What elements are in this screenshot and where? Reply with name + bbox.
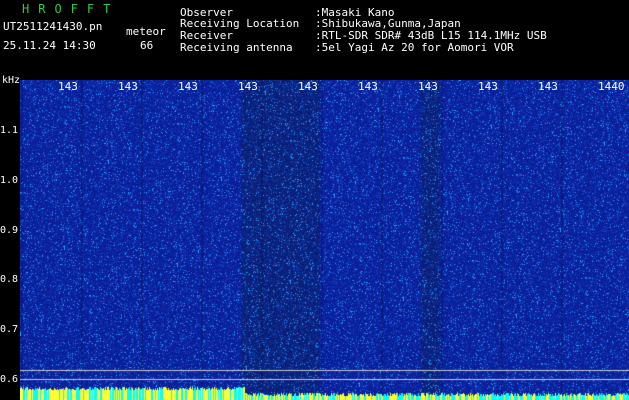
y-tick-1.1: 1.1 xyxy=(0,125,19,136)
x-tick: 143 xyxy=(178,80,198,93)
y-tick-1.0: 1.0 xyxy=(0,175,19,186)
x-tick: 143 xyxy=(238,80,258,93)
x-tick: 143 xyxy=(118,80,138,93)
antenna-label: Receiving antenna xyxy=(180,41,293,54)
meteor-label: meteor xyxy=(126,25,166,38)
timestamp: 25.11.24 14:30 xyxy=(3,39,96,52)
y-tick-0.9: 0.9 xyxy=(0,225,19,236)
x-tick: 143 xyxy=(298,80,318,93)
y-axis-unit: kHz xyxy=(2,75,21,86)
y-tick-0.7: 0.7 xyxy=(0,324,19,335)
antenna-value: :5el Yagi Az 20 for Aomori VOR xyxy=(315,41,514,54)
app-title: HROFFT xyxy=(22,2,120,16)
spectrogram xyxy=(20,80,629,400)
x-tick: 143 xyxy=(538,80,558,93)
y-tick-0.6: 0.6 xyxy=(0,374,19,385)
image-filename: UT2511241430.pn xyxy=(3,20,103,33)
x-tick: 1440 xyxy=(598,80,625,93)
x-tick: 143 xyxy=(358,80,378,93)
x-tick: 143 xyxy=(58,80,78,93)
x-tick: 143 xyxy=(418,80,438,93)
x-tick: 143 xyxy=(478,80,498,93)
y-tick-0.8: 0.8 xyxy=(0,274,19,285)
meteor-count: 66 xyxy=(140,39,154,52)
